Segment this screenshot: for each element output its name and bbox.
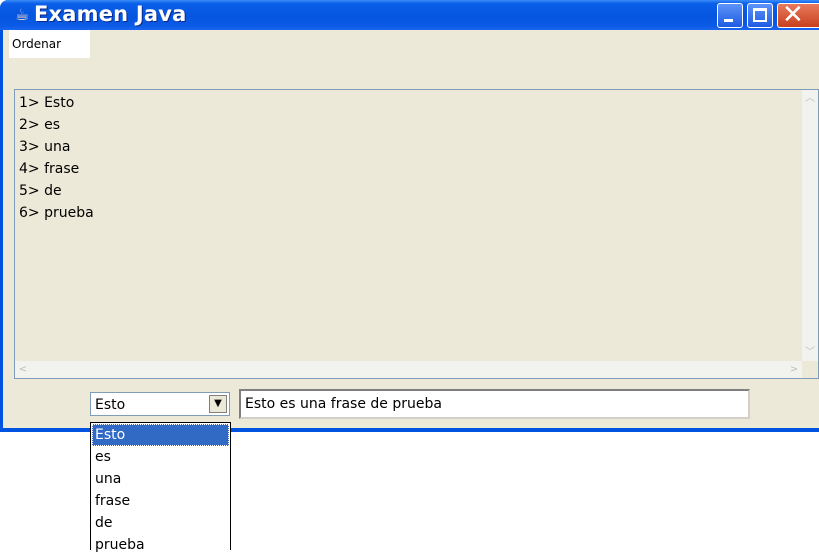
maximize-icon (753, 8, 767, 22)
scroll-up-arrow-icon[interactable]: ︿ (802, 90, 818, 107)
maximize-button[interactable] (747, 3, 773, 28)
scroll-corner (802, 361, 818, 378)
text-area-content: 1> Esto 2> es 3> una 4> frase 5> de 6> p… (19, 92, 94, 224)
close-button[interactable]: ✕ (777, 0, 819, 30)
sentence-text-value: Esto es una frase de prueba (245, 396, 442, 412)
vertical-scrollbar[interactable]: ︿ ﹀ (802, 90, 818, 361)
combo-dropdown-list: Esto es una frase de prueba (90, 422, 231, 553)
window-title: Examen Java (34, 2, 187, 26)
close-icon: ✕ (782, 0, 804, 30)
java-cup-icon[interactable]: ☕ (13, 6, 31, 24)
horizontal-scrollbar[interactable]: < > (15, 361, 802, 378)
text-line: 6> prueba (19, 205, 94, 221)
dropdown-option-selected[interactable]: Esto (92, 424, 229, 446)
dropdown-option[interactable]: de (92, 512, 229, 534)
text-line: 3> una (19, 139, 71, 155)
text-line: 1> Esto (19, 95, 75, 111)
text-line: 2> es (19, 117, 60, 133)
title-bar[interactable]: ☕ Examen Java ✕ (0, 0, 819, 30)
combo-selected-value: Esto (95, 397, 126, 413)
word-combo-box[interactable]: Esto ▼ (90, 392, 230, 416)
dropdown-option[interactable]: prueba (92, 534, 229, 556)
scroll-left-arrow-icon[interactable]: < (15, 361, 31, 378)
scroll-down-arrow-icon[interactable]: ﹀ (802, 344, 818, 361)
text-line: 5> de (19, 183, 62, 199)
dropdown-option[interactable]: frase (92, 490, 229, 512)
menu-ordenar[interactable]: Ordenar (9, 30, 90, 58)
chevron-down-icon[interactable]: ▼ (209, 395, 227, 413)
text-area-panel[interactable]: 1> Esto 2> es 3> una 4> frase 5> de 6> p… (14, 89, 819, 379)
scroll-right-arrow-icon[interactable]: > (786, 361, 802, 378)
text-line: 4> frase (19, 161, 80, 177)
menu-bar: Ordenar (3, 30, 819, 58)
dropdown-option[interactable]: es (92, 446, 229, 468)
dropdown-option[interactable]: una (92, 468, 229, 490)
minimize-icon (724, 19, 733, 22)
minimize-button[interactable] (717, 3, 743, 28)
sentence-text-field[interactable]: Esto es una frase de prueba (239, 389, 750, 419)
